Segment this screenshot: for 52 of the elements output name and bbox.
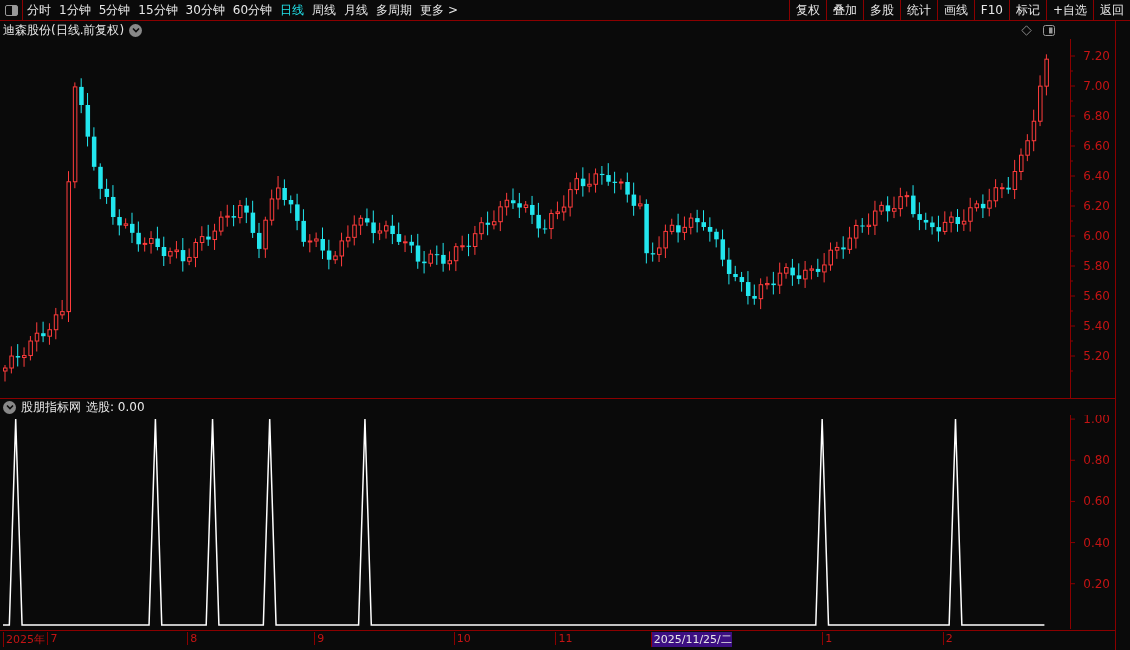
indicator-reading: 选股: 0.00 bbox=[86, 398, 145, 416]
price-axis-label: 5.60 bbox=[1083, 289, 1110, 303]
toolbar-button[interactable]: 叠加 bbox=[825, 0, 863, 20]
period-tab[interactable]: 30分钟 bbox=[181, 0, 229, 20]
indicator-title: 股朋指标网 bbox=[21, 398, 81, 416]
price-axis-label: 5.80 bbox=[1083, 259, 1110, 273]
price-axis-label: 5.20 bbox=[1083, 349, 1110, 363]
toolbar-button[interactable]: 多股 bbox=[862, 0, 900, 20]
panel-toggle-icon[interactable] bbox=[1043, 24, 1055, 36]
period-tab[interactable]: 日线 bbox=[276, 0, 309, 20]
period-tab[interactable]: 更多 > bbox=[416, 0, 462, 20]
period-tab[interactable]: 多周期 bbox=[372, 0, 417, 20]
price-axis-label: 6.20 bbox=[1083, 199, 1110, 213]
date-label: 1 bbox=[822, 632, 833, 645]
date-label: 2025年 bbox=[3, 632, 45, 647]
period-tab[interactable]: 月线 bbox=[340, 0, 373, 20]
indicator-axis-label: 1.00 bbox=[1083, 415, 1110, 427]
period-tab[interactable]: 1分钟 bbox=[55, 0, 95, 20]
toolbar-button[interactable]: F10 bbox=[973, 0, 1009, 20]
price-axis-label: 7.00 bbox=[1083, 79, 1110, 93]
toolbar-button[interactable]: 复权 bbox=[788, 0, 826, 20]
date-label: 8 bbox=[187, 632, 198, 645]
date-label: 7 bbox=[47, 632, 58, 645]
period-tab[interactable]: 15分钟 bbox=[134, 0, 182, 20]
price-axis-label: 6.40 bbox=[1083, 169, 1110, 183]
toolbar-button[interactable]: 画线 bbox=[936, 0, 974, 20]
indicator-axis-label: 0.80 bbox=[1083, 453, 1110, 468]
toolbar-button[interactable]: 统计 bbox=[899, 0, 937, 20]
price-axis-label: 6.80 bbox=[1083, 109, 1110, 123]
indicator-axis-label: 0.20 bbox=[1083, 576, 1110, 591]
period-tab[interactable]: 5分钟 bbox=[94, 0, 135, 20]
toolbar-button[interactable]: +自选 bbox=[1045, 0, 1093, 20]
toolbar-button[interactable]: 标记 bbox=[1008, 0, 1046, 20]
indicator-axis-label: 0.40 bbox=[1083, 535, 1110, 550]
chart-title: 迪森股份(日线.前复权) bbox=[3, 21, 125, 39]
period-tab[interactable]: 60分钟 bbox=[228, 0, 277, 20]
dropdown-icon[interactable] bbox=[129, 23, 143, 37]
price-axis-label: 7.20 bbox=[1083, 49, 1110, 63]
date-label: 2 bbox=[942, 632, 953, 645]
period-tab[interactable]: 周线 bbox=[308, 0, 341, 20]
dropdown-icon[interactable] bbox=[3, 400, 16, 414]
indicator-axis-label: 0.60 bbox=[1083, 494, 1110, 509]
date-label: 11 bbox=[555, 632, 573, 645]
date-label: 2025/11/25/二 bbox=[650, 632, 732, 647]
diamond-icon[interactable] bbox=[1021, 24, 1032, 36]
date-label: 9 bbox=[314, 632, 325, 645]
date-label: 10 bbox=[453, 632, 471, 645]
price-axis-label: 5.40 bbox=[1083, 319, 1110, 333]
period-tab[interactable]: 分时 bbox=[23, 0, 55, 20]
toolbar-button[interactable]: 返回 bbox=[1093, 0, 1130, 20]
price-axis-label: 6.60 bbox=[1083, 139, 1110, 153]
price-axis-label: 6.00 bbox=[1083, 229, 1110, 243]
